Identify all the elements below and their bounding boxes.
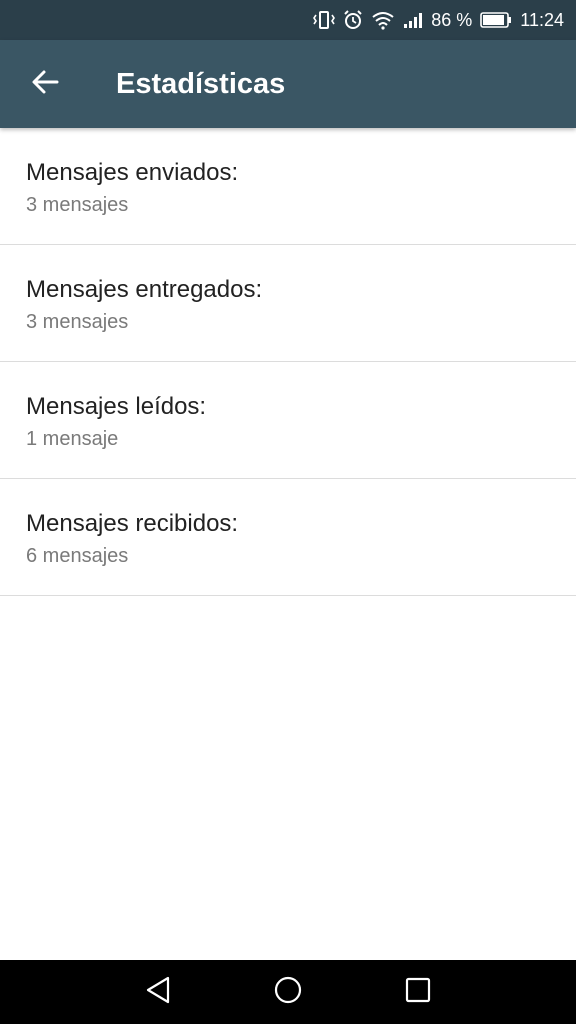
clock: 11:24	[520, 9, 564, 30]
signal-icon	[403, 11, 423, 29]
battery-icon	[480, 12, 512, 28]
recents-square-icon	[404, 976, 432, 1009]
arrow-back-icon	[31, 69, 59, 100]
stat-value: 3 mensajes	[26, 311, 129, 333]
alarm-icon	[343, 10, 363, 30]
list-item[interactable]: Mensajes enviados: 3 mensajes	[0, 128, 576, 245]
stats-list: Mensajes enviados: 3 mensajes Mensajes e…	[0, 128, 576, 596]
vibrate-icon	[313, 10, 336, 30]
back-triangle-icon	[144, 975, 172, 1010]
stat-label: Mensajes recibidos:	[26, 510, 239, 537]
home-circle-icon	[273, 975, 303, 1010]
page-title: Estadísticas	[116, 67, 286, 100]
nav-back-button[interactable]	[136, 970, 180, 1014]
stat-label: Mensajes leídos:	[26, 393, 207, 420]
list-item[interactable]: Mensajes leídos: 1 mensaje	[0, 362, 576, 479]
nav-recents-button[interactable]	[396, 970, 440, 1014]
app-bar: Estadísticas	[0, 40, 576, 128]
nav-home-button[interactable]	[266, 970, 310, 1014]
stat-value: 1 mensaje	[26, 428, 119, 450]
list-item[interactable]: Mensajes entregados: 3 mensajes	[0, 245, 576, 362]
stat-value: 6 mensajes	[26, 545, 129, 567]
wifi-icon	[371, 10, 395, 30]
stat-label: Mensajes entregados:	[26, 276, 263, 303]
status-bar: 86 % 11:24	[0, 0, 576, 40]
stat-label: Mensajes enviados:	[26, 159, 239, 186]
battery-percent: 86 %	[431, 9, 473, 30]
stat-value: 3 mensajes	[26, 194, 129, 216]
navigation-bar	[0, 960, 576, 1024]
list-item[interactable]: Mensajes recibidos: 6 mensajes	[0, 479, 576, 596]
back-button[interactable]	[0, 40, 90, 128]
